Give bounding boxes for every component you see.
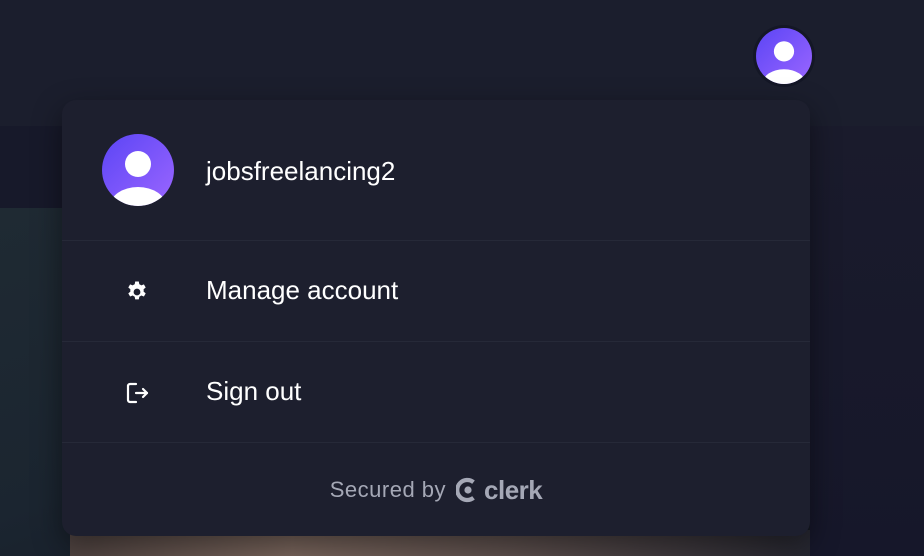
user-avatar-button[interactable] (753, 25, 815, 87)
sign-out-icon (124, 380, 150, 406)
username-label: jobsfreelancing2 (206, 156, 396, 186)
secured-by-label: Secured by (329, 477, 447, 502)
user-avatar-icon (756, 28, 812, 84)
user-avatar-icon (102, 134, 174, 206)
divider (62, 442, 810, 443)
clerk-logo-icon (456, 477, 475, 503)
sign-out-label: Sign out (206, 376, 302, 406)
user-menu-header: jobsfreelancing2 (62, 100, 810, 240)
clerk-logo[interactable]: clerk (456, 474, 543, 506)
gear-icon (124, 279, 150, 305)
user-menu-popover: jobsfreelancing2 Manage account Sign out… (62, 100, 810, 536)
manage-account-button[interactable]: Manage account (62, 241, 810, 341)
sign-out-button[interactable]: Sign out (62, 342, 810, 442)
secured-by-footer: Secured by clerk (62, 470, 810, 510)
background-panel (810, 126, 924, 556)
manage-account-label: Manage account (206, 275, 399, 305)
clerk-brand-text: clerk (484, 474, 543, 505)
